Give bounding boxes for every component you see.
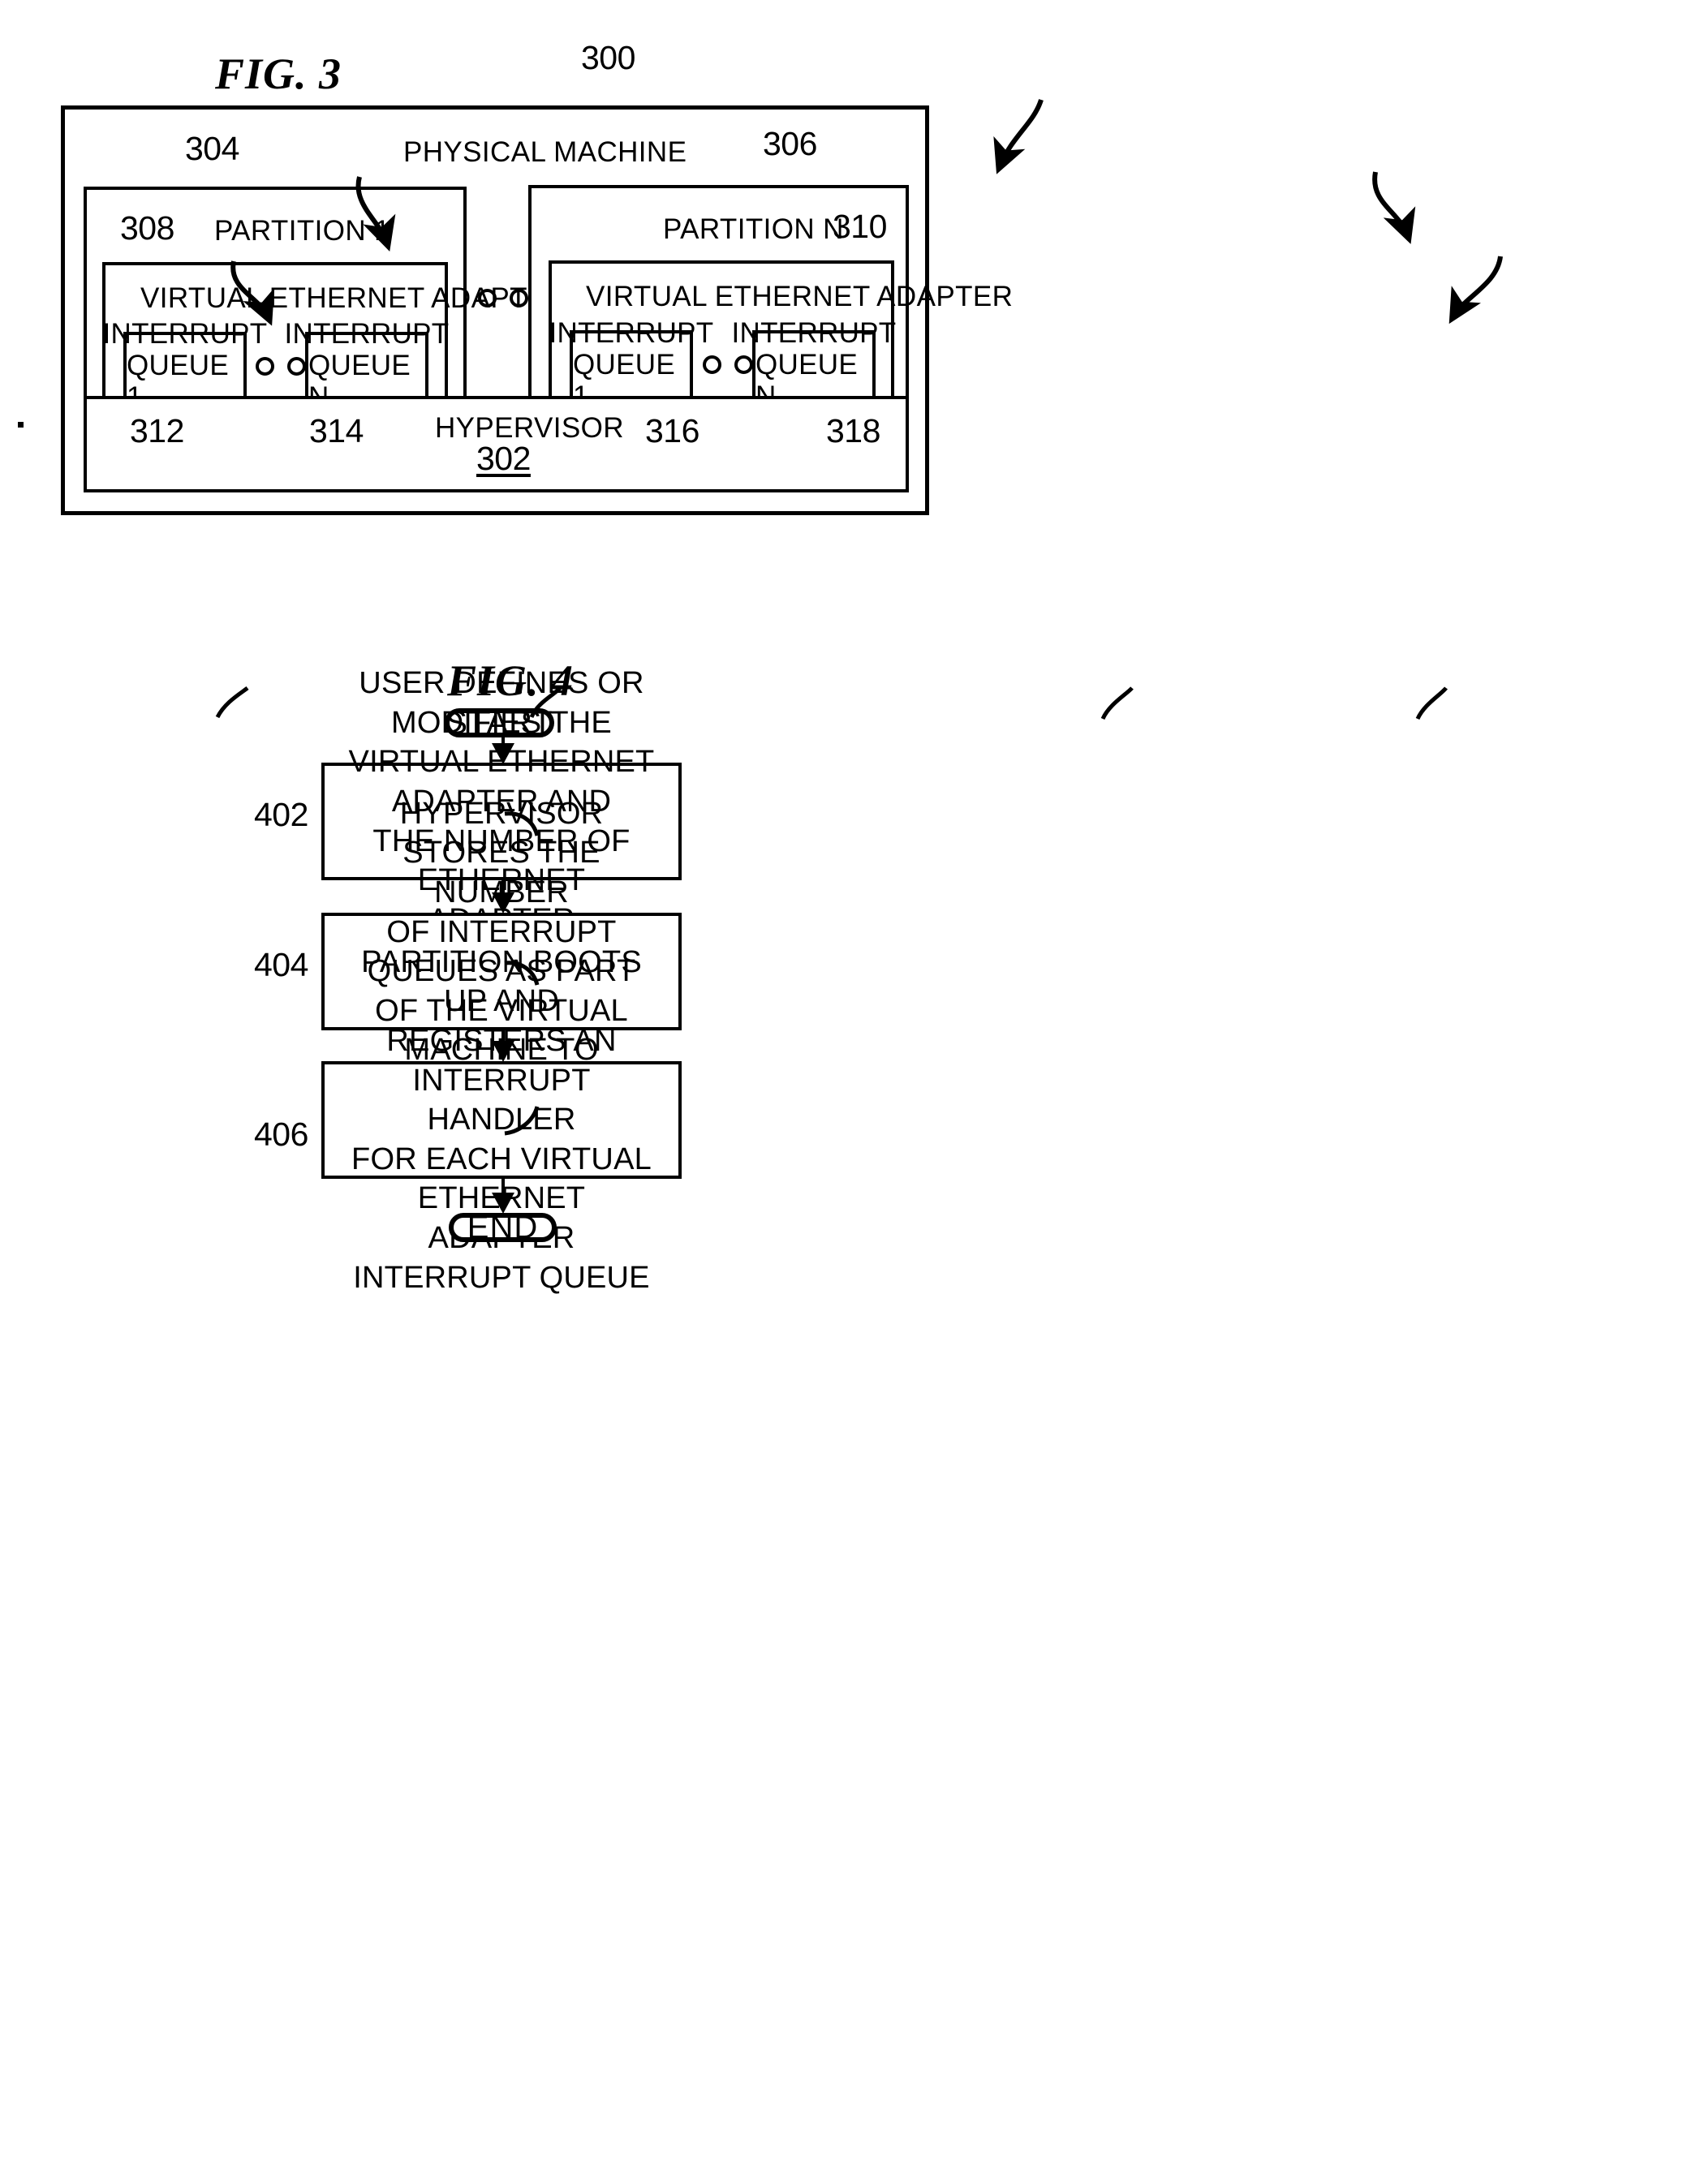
physical-machine-label: PHYSICAL MACHINE xyxy=(403,136,687,168)
ref-318-label: 318 xyxy=(826,412,880,449)
figure-3-title: FIG. 3 xyxy=(215,49,342,98)
ref-300-label: 300 xyxy=(581,39,635,76)
step-406-line-1: PARTITION BOOTS UP AND xyxy=(361,944,642,1019)
step-406-box: PARTITION BOOTS UP AND REGISTERS AN INTE… xyxy=(321,945,682,1295)
queue-line-1: INTERRUPT xyxy=(549,316,714,349)
arrowhead-to-406 xyxy=(492,1041,514,1062)
partition-n-label: PARTITION N xyxy=(663,213,844,245)
ref-404-label: 404 xyxy=(254,946,308,983)
arrowhead-to-404 xyxy=(492,892,514,914)
partition-n-interrupt-queue-n-box: INTERRUPT QUEUE N xyxy=(732,317,897,412)
partition-1-label: PARTITION 1 xyxy=(214,215,391,247)
arrowhead-to-end xyxy=(492,1193,514,1214)
ref-304-label: 304 xyxy=(185,130,239,167)
partition-1-interrupt-queue-1-box: INTERRUPT QUEUE 1 xyxy=(103,318,268,413)
partition-n-adapter-label: VIRTUAL ETHERNET ADAPTER xyxy=(586,281,1014,312)
ref-402-label: 402 xyxy=(254,796,308,833)
partition-n-interrupt-queue-1-box: INTERRUPT QUEUE 1 xyxy=(549,317,714,412)
ref-306-label: 306 xyxy=(763,125,817,162)
ref-310-label: 310 xyxy=(833,208,887,245)
partition-1-interrupt-queue-n-box: INTERRUPT QUEUE N xyxy=(285,318,450,413)
end-terminator: END xyxy=(449,1210,557,1245)
queue-line-1: INTERRUPT xyxy=(731,316,897,349)
arrowhead-to-402 xyxy=(492,743,514,764)
queue-line-1: INTERRUPT xyxy=(284,317,450,350)
step-402-line-1: USER DEFINES OR MODIFIES THE xyxy=(359,666,644,740)
ref-308-label: 308 xyxy=(120,209,174,247)
ref-314-label: 314 xyxy=(309,412,364,449)
ref-312-label: 312 xyxy=(130,412,184,449)
ref-406-label: 406 xyxy=(254,1116,308,1153)
queue-line-1: INTERRUPT xyxy=(102,317,268,350)
scan-artifact-dot xyxy=(18,422,24,428)
ref-316-label: 316 xyxy=(645,412,699,449)
hypervisor-ref-302-label: 302 xyxy=(476,440,531,477)
